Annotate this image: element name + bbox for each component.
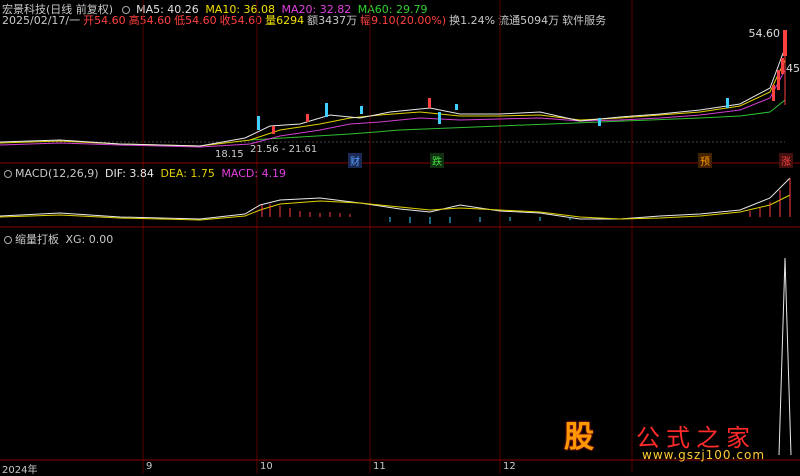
axis-label-nov: 11 [373,461,386,472]
macd-label: MACD(12,26,9) [15,167,99,180]
axis-label-sep: 9 [146,461,153,472]
axis-label-dec: 12 [503,461,516,472]
watermark: 股 公式之家 www.gszj100.com [556,412,796,462]
xg-settings-icon[interactable] [4,236,12,244]
event-marker-drop[interactable]: 跌 [430,153,444,168]
kline-chart[interactable] [0,0,800,473]
watermark-logo-icon: 股 [564,420,594,455]
xg-header: 缩量打板 XG: 0.00 [2,231,116,247]
xg-value: XG: 0.00 [65,233,114,246]
event-marker-finance[interactable]: 财 [348,153,362,168]
price-high-label: 54.60 [748,27,781,40]
macd-dea: DEA: 1.75 [160,167,215,180]
macd-dea-line [0,194,791,221]
event-marker-rise[interactable]: 涨 [779,153,793,168]
price-side-label: 45 [786,62,800,75]
watermark-url: www.gszj100.com [642,448,766,462]
axis-label-year: 2024年 [2,465,38,476]
macd-dif: DIF: 3.84 [105,167,154,180]
axis-label-oct: 10 [260,461,273,472]
macd-value: MACD: 4.19 [221,167,287,180]
ma20-line [0,69,786,148]
macd-settings-icon[interactable] [4,170,12,178]
macd-header: MACD(12,26,9) DIF: 3.84 DEA: 1.75 MACD: … [2,167,289,180]
ma5-line [0,47,786,147]
event-marker-forecast[interactable]: 预 [698,153,712,168]
xg-label: 缩量打板 [15,233,59,246]
macd-dif-line [0,177,791,220]
ma60-line [249,99,786,141]
ma10-line [0,59,786,147]
macd-histogram-neg [389,217,571,224]
price-low-label: 18.15 [215,149,244,160]
price-range-label: 21.56 - 21.61 [250,144,318,155]
